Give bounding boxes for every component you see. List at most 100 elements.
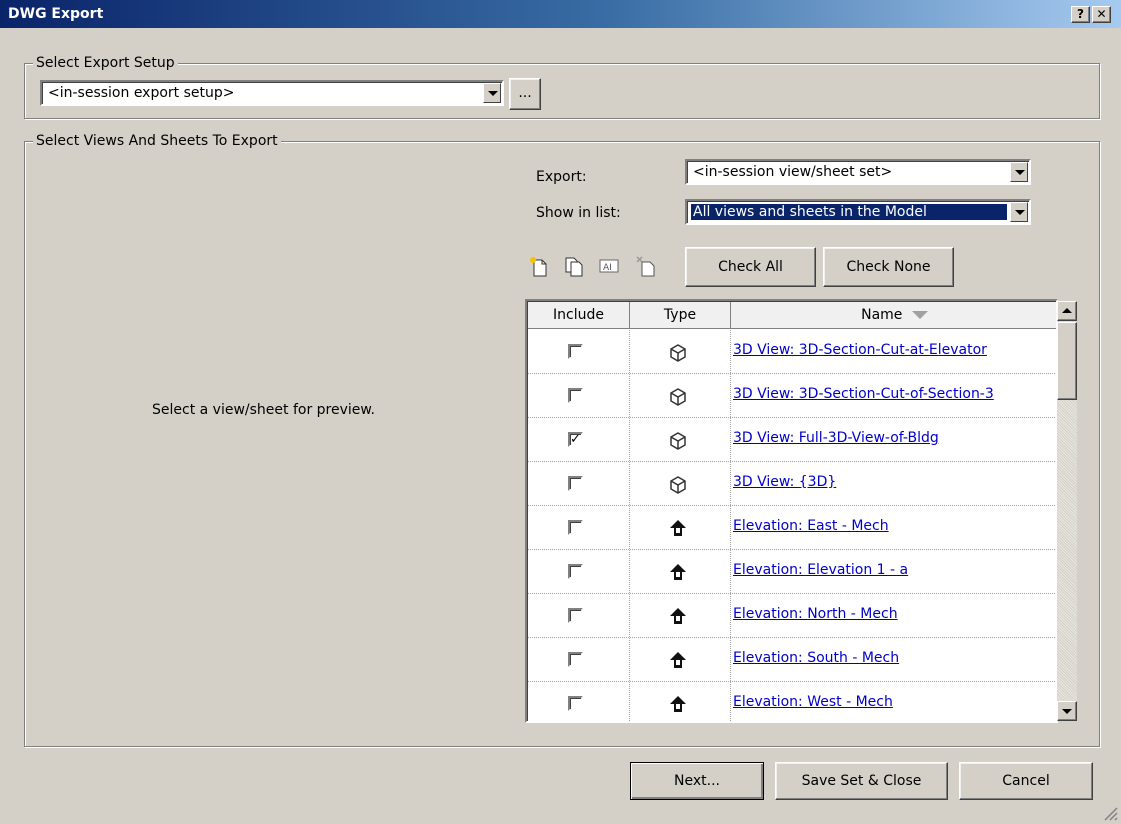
name-cell: Elevation: East - Mech bbox=[731, 506, 1056, 549]
include-checkbox[interactable] bbox=[568, 608, 583, 623]
view-name-link[interactable]: 3D View: 3D-Section-Cut-at-Elevator bbox=[733, 342, 987, 358]
view-name-link[interactable]: Elevation: South - Mech bbox=[733, 650, 899, 666]
window-title: DWG Export bbox=[8, 6, 104, 22]
svg-text:AI: AI bbox=[603, 263, 612, 273]
3d-view-icon bbox=[670, 344, 686, 362]
arrow-down-icon bbox=[1062, 709, 1072, 714]
vertical-scrollbar[interactable] bbox=[1057, 301, 1077, 721]
include-checkbox[interactable]: ✓ bbox=[568, 432, 583, 447]
export-set-select[interactable]: <in-session view/sheet set> bbox=[685, 159, 1031, 185]
3d-view-icon bbox=[670, 388, 686, 406]
rename-set-icon[interactable]: AI bbox=[598, 255, 620, 277]
save-set-close-button[interactable]: Save Set & Close bbox=[775, 762, 948, 800]
type-cell bbox=[630, 594, 731, 637]
new-set-icon[interactable] bbox=[528, 255, 550, 277]
include-checkbox[interactable] bbox=[568, 344, 583, 359]
chevron-down-icon[interactable] bbox=[1010, 162, 1028, 182]
modify-setup-button[interactable]: ... bbox=[509, 78, 541, 110]
check-none-button[interactable]: Check None bbox=[823, 247, 954, 287]
include-checkbox[interactable] bbox=[568, 388, 583, 403]
type-cell bbox=[630, 374, 731, 417]
include-checkbox[interactable] bbox=[568, 520, 583, 535]
table-row[interactable]: Elevation: South - Mech bbox=[528, 638, 1056, 682]
table-row[interactable]: Elevation: Elevation 1 - a bbox=[528, 550, 1056, 594]
help-button[interactable]: ? bbox=[1071, 6, 1090, 23]
name-cell: Elevation: North - Mech bbox=[731, 594, 1056, 637]
include-cell bbox=[528, 462, 630, 505]
resize-grip-icon[interactable] bbox=[1101, 804, 1119, 822]
include-cell bbox=[528, 550, 630, 593]
3d-view-icon bbox=[670, 432, 686, 450]
name-cell: 3D View: Full-3D-View-of-Bldg bbox=[731, 418, 1056, 461]
scroll-thumb[interactable] bbox=[1057, 322, 1077, 400]
views-legend: Select Views And Sheets To Export bbox=[33, 132, 281, 150]
include-cell bbox=[528, 506, 630, 549]
type-cell bbox=[630, 550, 731, 593]
export-label: Export: bbox=[536, 169, 587, 185]
elevation-icon bbox=[670, 520, 686, 536]
view-name-link[interactable]: Elevation: North - Mech bbox=[733, 606, 898, 622]
include-checkbox[interactable] bbox=[568, 564, 583, 579]
include-cell bbox=[528, 374, 630, 417]
table-row[interactable]: Elevation: East - Mech bbox=[528, 506, 1056, 550]
include-cell: ✓ bbox=[528, 418, 630, 461]
3d-view-icon bbox=[670, 476, 686, 494]
export-set-value: <in-session view/sheet set> bbox=[693, 164, 893, 180]
arrow-up-icon bbox=[1062, 308, 1072, 313]
view-name-link[interactable]: Elevation: Elevation 1 - a bbox=[733, 562, 908, 578]
sort-descending-icon bbox=[911, 311, 928, 319]
name-cell: 3D View: 3D-Section-Cut-at-Elevator bbox=[731, 330, 1056, 373]
scroll-up-button[interactable] bbox=[1057, 301, 1077, 321]
elevation-icon bbox=[670, 652, 686, 668]
delete-set-icon[interactable] bbox=[635, 255, 657, 277]
table-header: Include Type Name bbox=[528, 302, 1056, 329]
close-button[interactable]: ✕ bbox=[1092, 6, 1111, 23]
type-cell bbox=[630, 682, 731, 721]
name-cell: Elevation: Elevation 1 - a bbox=[731, 550, 1056, 593]
show-in-list-select[interactable]: All views and sheets in the Model bbox=[685, 199, 1031, 225]
type-cell bbox=[630, 638, 731, 681]
include-cell bbox=[528, 682, 630, 721]
preview-placeholder: Select a view/sheet for preview. bbox=[152, 402, 376, 418]
type-cell bbox=[630, 418, 731, 461]
view-name-link[interactable]: Elevation: East - Mech bbox=[733, 518, 889, 534]
include-checkbox[interactable] bbox=[568, 696, 583, 711]
type-cell bbox=[630, 330, 731, 373]
cancel-button[interactable]: Cancel bbox=[959, 762, 1093, 800]
views-table[interactable]: Include Type Name 3D View: 3D-Section-Cu… bbox=[525, 299, 1058, 723]
name-cell: Elevation: West - Mech bbox=[731, 682, 1056, 721]
duplicate-set-icon[interactable] bbox=[563, 255, 585, 277]
name-cell: 3D View: {3D} bbox=[731, 462, 1056, 505]
export-setup-value: <in-session export setup> bbox=[48, 85, 235, 101]
include-cell bbox=[528, 330, 630, 373]
table-row[interactable]: Elevation: North - Mech bbox=[528, 594, 1056, 638]
type-cell bbox=[630, 462, 731, 505]
show-in-list-value: All views and sheets in the Model bbox=[691, 204, 1007, 220]
scroll-down-button[interactable] bbox=[1057, 701, 1077, 721]
view-name-link[interactable]: 3D View: 3D-Section-Cut-of-Section-3 bbox=[733, 386, 994, 402]
check-all-button[interactable]: Check All bbox=[685, 247, 816, 287]
show-in-list-label: Show in list: bbox=[536, 205, 621, 221]
view-name-link[interactable]: Elevation: West - Mech bbox=[733, 694, 893, 710]
chevron-down-icon[interactable] bbox=[1010, 202, 1028, 222]
table-row[interactable]: Elevation: West - Mech bbox=[528, 682, 1056, 721]
chevron-down-icon[interactable] bbox=[483, 83, 501, 103]
table-row[interactable]: 3D View: 3D-Section-Cut-of-Section-3 bbox=[528, 374, 1056, 418]
next-button[interactable]: Next... bbox=[630, 762, 764, 800]
table-row[interactable]: ✓ 3D View: Full-3D-View-of-Bldg bbox=[528, 418, 1056, 462]
view-name-link[interactable]: 3D View: {3D} bbox=[733, 474, 836, 490]
elevation-icon bbox=[670, 696, 686, 712]
header-name[interactable]: Name bbox=[731, 302, 1056, 328]
table-row[interactable]: 3D View: {3D} bbox=[528, 462, 1056, 506]
name-cell: 3D View: 3D-Section-Cut-of-Section-3 bbox=[731, 374, 1056, 417]
header-include[interactable]: Include bbox=[528, 302, 630, 328]
header-type[interactable]: Type bbox=[630, 302, 731, 328]
elevation-icon bbox=[670, 608, 686, 624]
include-checkbox[interactable] bbox=[568, 652, 583, 667]
include-checkbox[interactable] bbox=[568, 476, 583, 491]
header-name-label: Name bbox=[861, 307, 903, 323]
table-row[interactable]: 3D View: 3D-Section-Cut-at-Elevator bbox=[528, 330, 1056, 374]
view-name-link[interactable]: 3D View: Full-3D-View-of-Bldg bbox=[733, 430, 939, 446]
export-setup-select[interactable]: <in-session export setup> bbox=[40, 80, 504, 106]
type-cell bbox=[630, 506, 731, 549]
